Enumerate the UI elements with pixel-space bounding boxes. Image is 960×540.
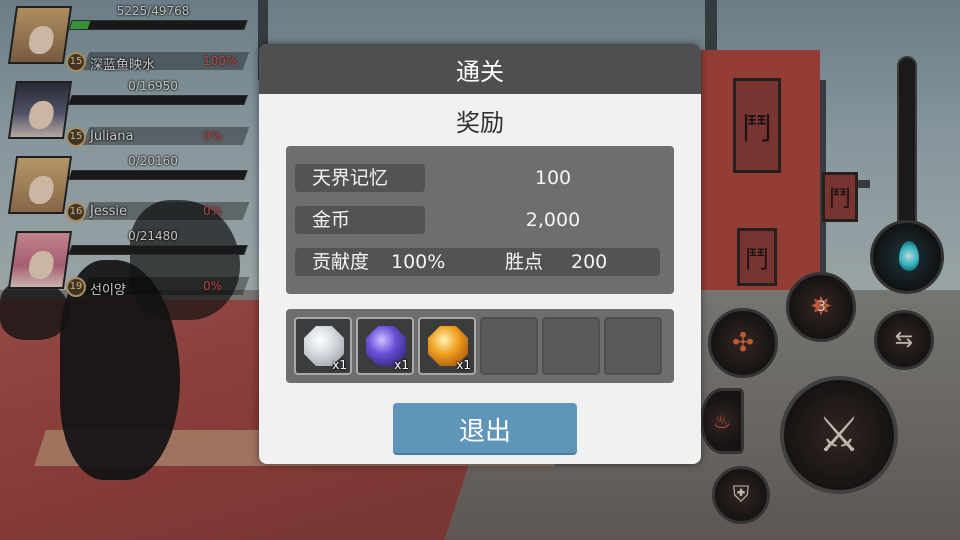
exit-button[interactable]: 退出 — [393, 403, 577, 455]
item-slot[interactable]: x1 — [356, 317, 414, 375]
item-slot[interactable]: x1 — [294, 317, 352, 375]
contribution-value: 100% — [391, 251, 446, 273]
item-quantity: x1 — [456, 358, 471, 372]
item-slot[interactable]: x1 — [418, 317, 476, 375]
gold-value: 2,000 — [525, 209, 581, 231]
contribution-label: 贡献度 — [312, 251, 370, 273]
empty-item-slot — [604, 317, 662, 375]
empty-item-slot — [542, 317, 600, 375]
stage-clear-dialog: 通关 奖励 天界记忆 100 金币 2,000 贡献度 100% 胜点 200 … — [259, 44, 701, 464]
reward-heading: 奖励 — [456, 108, 504, 137]
empty-item-slot — [480, 317, 538, 375]
item-rewards-panel: x1 x1 x1 — [286, 309, 674, 383]
rewards-panel: 天界记忆 100 金币 2,000 贡献度 100% 胜点 200 — [286, 146, 674, 294]
dialog-title: 通关 — [259, 44, 701, 94]
item-quantity: x1 — [332, 358, 347, 372]
contribution-row: 贡献度 100% 胜点 200 — [295, 248, 660, 276]
victory-points-label: 胜点 — [505, 251, 544, 273]
memory-label: 天界记忆 — [295, 164, 425, 192]
victory-points-value: 200 — [571, 251, 608, 273]
item-quantity: x1 — [394, 358, 409, 372]
memory-value: 100 — [534, 167, 572, 189]
gold-label: 金币 — [295, 206, 425, 234]
